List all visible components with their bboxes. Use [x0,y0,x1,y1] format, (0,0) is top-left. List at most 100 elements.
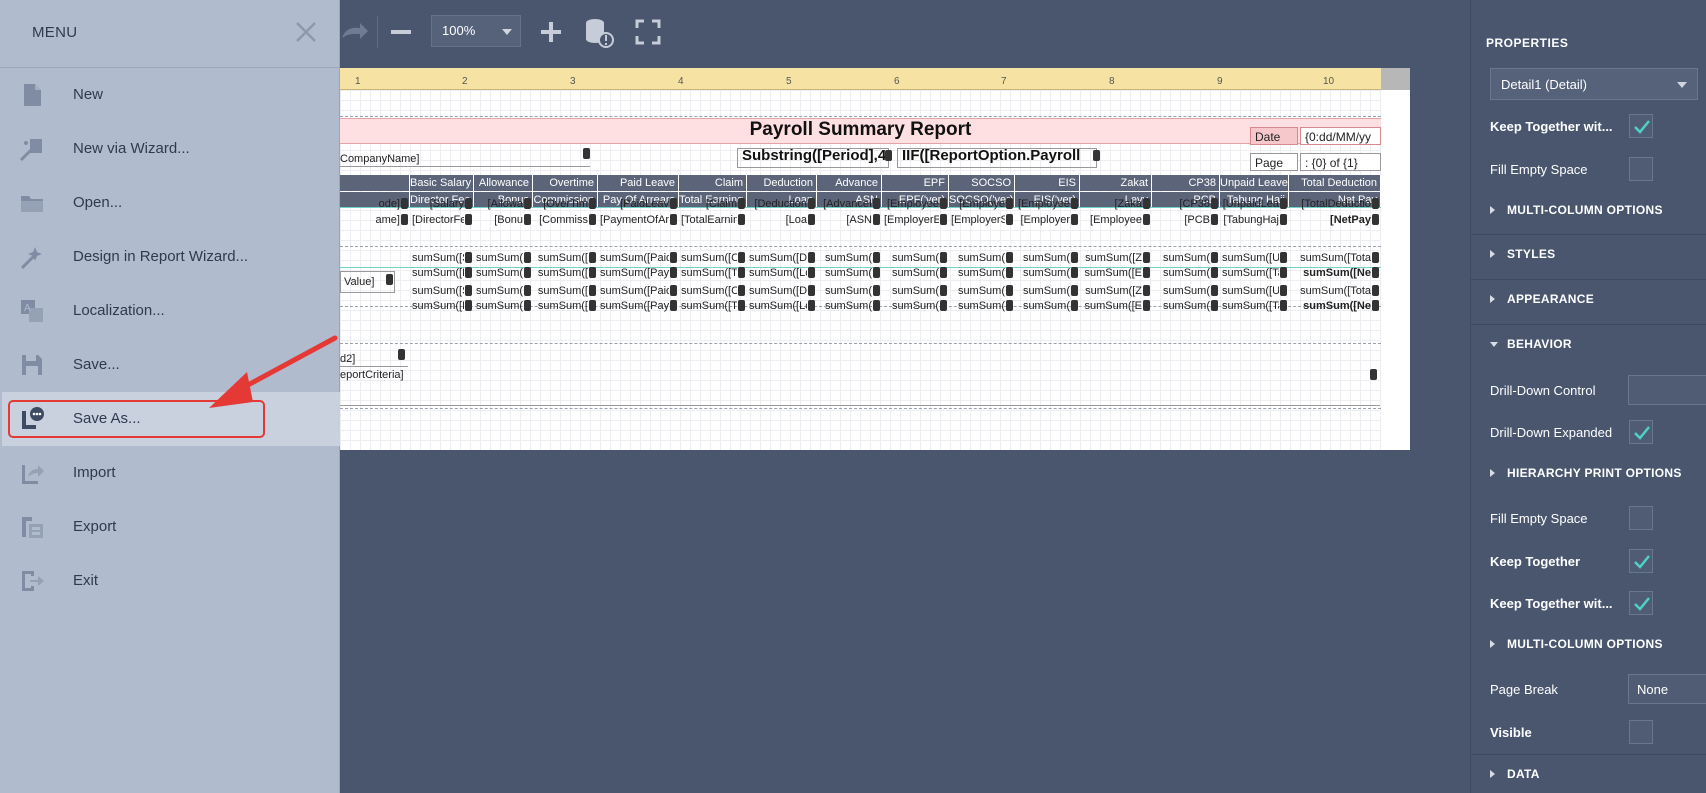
column-header[interactable]: SOCSO [949,175,1015,191]
summary-field[interactable]: sumSum([D [412,299,464,313]
detail-field[interactable]: [ASN [819,213,872,227]
period-field[interactable]: Substring([Period],4 [737,148,889,168]
component-selector[interactable]: Detail1 (Detail) [1490,68,1698,100]
detail-field[interactable]: [Loa [749,213,807,227]
column-header[interactable]: Basic Salary [410,175,474,191]
summary-field[interactable]: sumSum([Tot [681,299,737,313]
validate-bindings-icon[interactable] [580,14,616,50]
detail-field[interactable]: [Employee [884,197,939,211]
summary-field[interactable]: sumSum( [476,299,523,313]
section-data[interactable]: DATA [1471,754,1706,793]
summary-field[interactable]: sumSum( [1154,266,1210,280]
menu-item-design-in-report-wizard[interactable]: Design in Report Wizard... [2,230,340,284]
summary-field[interactable]: sumSum([Cl [681,284,737,298]
detail-field[interactable]: [OverTim [535,197,588,211]
summary-field[interactable]: sumSum([Z [1082,284,1142,298]
summary-field[interactable]: sumSum( [884,299,939,313]
date-label[interactable]: Date [1250,127,1298,145]
summary-field[interactable]: sumSum([S [412,251,464,265]
summary-field[interactable]: sumSum([Pay [600,299,669,313]
column-header[interactable]: Paid Leave [598,175,679,191]
column-header[interactable]: EPF [882,175,949,191]
detail-field[interactable]: [PaidLeav [600,197,669,211]
summary-field[interactable]: sumSum([E [1082,299,1142,313]
column-header[interactable]: Overtime [533,175,598,191]
summary-field[interactable]: sumSum( [884,266,939,280]
detail-field[interactable]: [Employer [1017,213,1070,227]
column-header[interactable]: Zakat [1080,175,1152,191]
payroll-field[interactable]: IIF([ReportOption.Payroll [897,148,1097,168]
drill-down-control-input[interactable] [1628,375,1706,405]
summary-field[interactable]: sumSum( [1017,284,1070,298]
summary-field[interactable]: sumSum([Paid [600,251,669,265]
summary-field[interactable]: sumSum( [819,284,872,298]
column-header[interactable]: Deduction [747,175,817,191]
summary-field[interactable]: sumSum( [476,266,523,280]
detail-field[interactable]: [Salary [412,197,464,211]
section-appearance[interactable]: APPEARANCE [1471,279,1706,319]
summary-field[interactable]: sumSum( [1154,299,1210,313]
summary-field[interactable]: sumSum([D [412,266,464,280]
detail-field[interactable]: [Employe [951,197,1005,211]
criteria-field[interactable]: eportCriteria] [340,368,1380,406]
keep-together-with-checkbox[interactable] [1629,114,1653,138]
summary-field[interactable]: sumSum( [951,284,1005,298]
zoom-select[interactable]: 100% [431,15,521,47]
visible-checkbox[interactable] [1629,720,1653,744]
column-header[interactable]: Total Deduction [1289,175,1381,191]
report-title[interactable]: Payroll Summary Report [340,119,1381,141]
zoom-out-icon[interactable] [383,14,419,50]
summary-field[interactable]: sumSum([Tota [1291,251,1371,265]
menu-item-exit[interactable]: Exit [2,554,340,608]
close-icon[interactable] [292,18,320,46]
summary-field[interactable]: sumSum([U [1222,251,1279,265]
detail-field[interactable]: [Bonu [476,213,523,227]
menu-item-new-via-wizard[interactable]: New via Wizard... [2,122,340,176]
detail-field[interactable]: [NetPay [1291,213,1371,227]
column-header[interactable]: CP38 [1152,175,1220,191]
page-break-select[interactable]: None [1628,674,1706,704]
summary-field[interactable]: sumSum([Cl [681,251,737,265]
summary-field[interactable]: sumSum( [1017,299,1070,313]
summary-field[interactable]: sumSum([Tot [681,266,737,280]
detail-field[interactable]: [PaymentOfAr [600,213,669,227]
detail-field[interactable]: [TotalDeductio [1291,197,1371,211]
menu-item-open[interactable]: Open... [2,176,340,230]
detail-field[interactable]: [Employee [1017,197,1070,211]
page-value[interactable]: : {0} of {1} [1300,153,1381,171]
detail-field[interactable]: [EmployerE [884,213,939,227]
report-design-surface[interactable]: 1 2 3 4 5 6 7 8 9 10 Payroll Summary Rep… [340,68,1410,450]
redo-icon[interactable] [336,14,372,50]
summary-field[interactable]: sumSum([De [749,251,807,265]
summary-field[interactable]: sumSum([ [535,251,588,265]
summary-field[interactable]: sumSum([Ta [1222,299,1279,313]
fullscreen-icon[interactable] [630,14,666,50]
summary-field[interactable]: sumSum( [819,266,872,280]
detail-field[interactable]: [Employee [1082,213,1142,227]
summary-field[interactable]: sumSum([Ne [1291,266,1371,280]
summary-field[interactable]: sumSum( [819,251,872,265]
summary-field[interactable]: sumSum( [884,251,939,265]
summary-field[interactable]: sumSum([Z [1082,251,1142,265]
section-behavior[interactable]: BEHAVIOR [1471,324,1706,364]
summary-field[interactable]: sumSum( [884,284,939,298]
summary-field[interactable]: sumSum([Tota [1291,284,1371,298]
section-styles[interactable]: STYLES [1471,234,1706,274]
keep-together-checkbox[interactable] [1629,549,1653,573]
summary-field[interactable]: sumSum( [951,299,1005,313]
fill-empty-space-checkbox[interactable] [1629,506,1653,530]
company-field[interactable]: CompanyName] [340,152,590,167]
column-header[interactable]: Unpaid Leave [1220,175,1289,191]
keep-together-with-checkbox[interactable] [1629,591,1653,615]
summary-field[interactable]: sumSum( [476,284,523,298]
column-header-blank[interactable] [340,175,410,191]
column-header[interactable]: EIS [1015,175,1080,191]
summary-field[interactable]: sumSum([ [535,284,588,298]
summary-field[interactable]: sumSum([ [535,299,588,313]
drill-down-expanded-checkbox[interactable] [1629,420,1653,444]
detail-field[interactable]: [CP38 [1154,197,1210,211]
detail-field[interactable]: [AdvanceI [819,197,872,211]
summary-field[interactable]: sumSum([E [1082,266,1142,280]
detail-field[interactable]: ode] [342,197,400,211]
column-header[interactable]: Advance [817,175,882,191]
